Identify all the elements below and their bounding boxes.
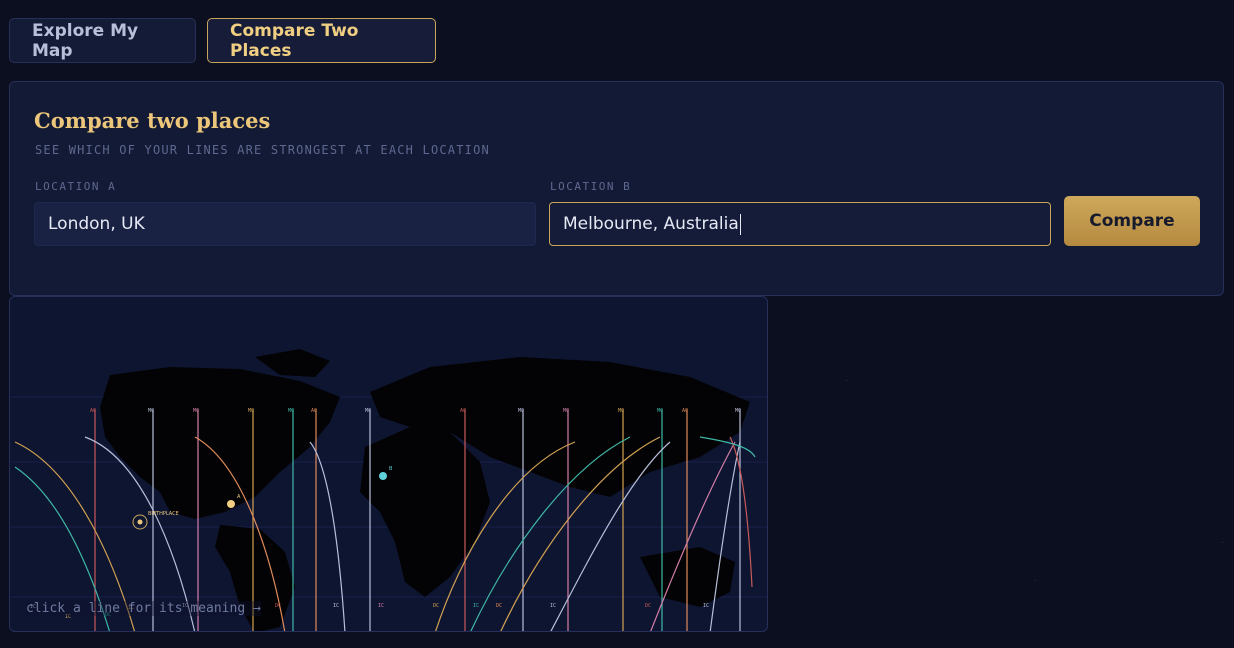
svg-text:MC: MC xyxy=(248,408,254,414)
tab-compare-two-places[interactable]: Compare Two Places xyxy=(207,18,436,63)
astro-map[interactable]: AC MC MC MC MC AC MC AC MC MC MC MC AC M… xyxy=(9,296,768,632)
svg-text:MC: MC xyxy=(518,408,524,414)
svg-text:MC: MC xyxy=(563,408,569,414)
location-b-label: LOCATION B xyxy=(550,180,632,193)
background-star xyxy=(1035,580,1036,581)
svg-text:IC: IC xyxy=(550,603,556,609)
svg-text:MC: MC xyxy=(148,408,154,414)
svg-text:AC: AC xyxy=(682,408,688,414)
location-a-input[interactable]: London, UK xyxy=(34,202,536,246)
svg-text:MC: MC xyxy=(193,408,199,414)
text-caret xyxy=(739,213,741,235)
svg-text:DC: DC xyxy=(275,603,281,609)
panel-subtitle: SEE WHICH OF YOUR LINES ARE STRONGEST AT… xyxy=(35,143,490,157)
svg-text:MC: MC xyxy=(657,408,663,414)
svg-text:DC: DC xyxy=(645,603,651,609)
marker-a-label: A xyxy=(237,494,241,500)
svg-text:MC: MC xyxy=(735,408,741,414)
greenland-shape xyxy=(255,349,330,377)
panel-title: Compare two places xyxy=(34,108,271,133)
svg-text:MC: MC xyxy=(288,408,294,414)
compare-button[interactable]: Compare xyxy=(1064,196,1200,246)
svg-text:DC: DC xyxy=(433,603,439,609)
svg-text:MC: MC xyxy=(618,408,624,414)
svg-text:DC: DC xyxy=(496,603,502,609)
birthplace-marker[interactable]: BIRTHPLACE xyxy=(132,511,179,530)
compare-panel: Compare two places SEE WHICH OF YOUR LIN… xyxy=(9,81,1224,296)
svg-text:IC: IC xyxy=(333,603,339,609)
north-america-shape xyxy=(100,367,340,519)
africa-shape xyxy=(360,427,490,597)
svg-text:AC: AC xyxy=(460,408,466,414)
background-star xyxy=(846,380,847,381)
background-star xyxy=(1222,542,1223,543)
birthplace-label: BIRTHPLACE xyxy=(148,511,179,517)
location-a-label: LOCATION A xyxy=(35,180,117,193)
svg-text:AC: AC xyxy=(311,408,317,414)
svg-text:MC: MC xyxy=(365,408,371,414)
svg-text:IC: IC xyxy=(703,603,709,609)
marker-b-label: B xyxy=(389,466,393,472)
location-b-value: Melbourne, Australia xyxy=(563,214,739,234)
svg-text:IC: IC xyxy=(473,603,479,609)
mode-tabs: Explore My Map Compare Two Places xyxy=(9,18,436,63)
svg-text:IC: IC xyxy=(378,603,384,609)
location-a-value: London, UK xyxy=(48,214,145,234)
location-b-input[interactable]: Melbourne, Australia xyxy=(549,202,1051,246)
svg-text:AC: AC xyxy=(90,408,96,414)
world-map-svg: AC MC MC MC MC AC MC AC MC MC MC MC AC M… xyxy=(10,349,767,631)
map-hint: click a line for its meaning → xyxy=(26,601,261,616)
tab-explore-my-map[interactable]: Explore My Map xyxy=(9,18,196,63)
